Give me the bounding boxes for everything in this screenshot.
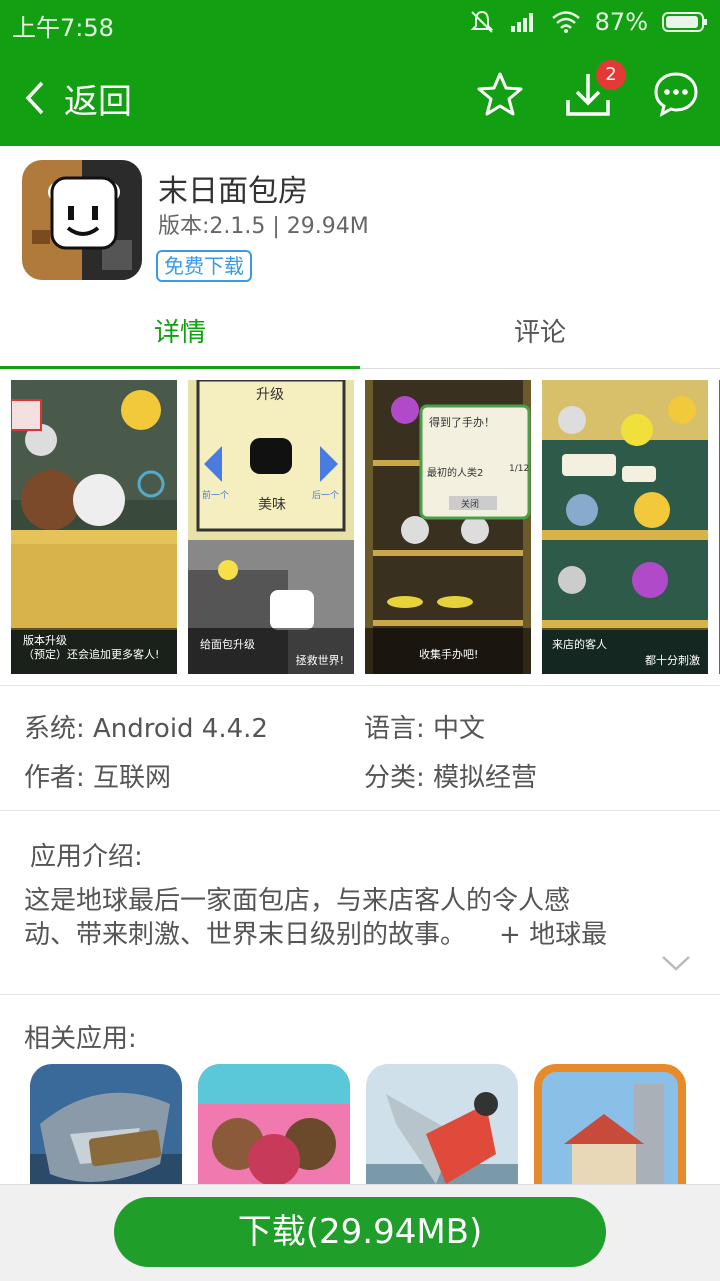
chevron-down-icon (662, 956, 690, 971)
intro-line-1: 这是地球最后一家面包店，与来店客人的令人感 (24, 886, 571, 916)
screenshot-2-caption: 给面包升级 拯救世界! (188, 628, 354, 674)
app-name: 末日面包房 (158, 174, 308, 209)
screenshot-2-caption-left: 给面包升级 (200, 638, 255, 651)
download-button[interactable]: 下载(29.94MB) (114, 1197, 606, 1267)
bottom-bar: 下载(29.94MB) (0, 1184, 720, 1281)
info-language: 语言: 中文 (364, 714, 486, 744)
tab-details[interactable]: 详情 (0, 300, 360, 369)
chat-icon (654, 72, 698, 117)
screenshot-2-caption-right: 拯救世界! (295, 654, 344, 667)
star-icon (477, 72, 523, 116)
screenshot-2[interactable]: 升级 美味 前一个 后一个 给面包升级 拯救世界! (188, 380, 354, 674)
screenshot-2-prev-label: 前一个 (202, 491, 230, 501)
wifi-icon (551, 11, 580, 33)
back-button[interactable]: 返回 (24, 74, 132, 122)
app-icon (22, 160, 142, 280)
signal-icon (510, 13, 533, 32)
info-category: 分类: 模拟经营 (364, 763, 538, 793)
screenshot-1[interactable]: 版本升级 （预定）还会追加更多客人! (11, 380, 177, 674)
screenshot-3-dialog-count: 1/12 (509, 464, 530, 474)
related-title: 相关应用: (24, 1024, 137, 1054)
favorite-button[interactable] (476, 70, 524, 118)
screenshot-3-dialog-title: 得到了手办！ (429, 416, 495, 429)
screenshot-carousel[interactable]: 版本升级 （预定）还会追加更多客人! 升级 美味 前一个 后一个 给面包升级 拯… (0, 378, 720, 676)
screenshot-3-caption: 收集手办吧! (365, 628, 531, 674)
screenshot-4-caption-right: 都十分刺激 (645, 654, 700, 667)
screenshot-2-taste-label: 美味 (258, 497, 286, 513)
tab-bar: 详情 评论 (0, 300, 720, 369)
status-time: 上午7:58 (12, 14, 114, 42)
divider-2 (0, 810, 720, 811)
mute-icon (470, 10, 494, 33)
screenshot-3-dialog-close: 关闭 (461, 500, 480, 510)
app-bar: 返回 2 (0, 46, 720, 146)
app-header: 末日面包房 版本:2.1.5 | 29.94M 免费下载 (0, 146, 720, 296)
tab-comments[interactable]: 评论 (360, 300, 720, 368)
download-manager-button[interactable]: 2 (564, 60, 626, 118)
screenshot-4-caption: 来店的客人 都十分刺激 (542, 628, 708, 674)
back-label: 返回 (64, 81, 132, 122)
status-icons: 87% (469, 8, 708, 36)
download-count-badge: 2 (596, 60, 626, 90)
screenshot-4-caption-left: 来店的客人 (552, 638, 607, 651)
screenshot-2-next-label: 后一个 (312, 491, 340, 501)
screenshot-4[interactable]: 来店的客人 都十分刺激 (542, 380, 708, 674)
screenshot-2-upgrade-label: 升级 (256, 387, 284, 403)
battery-icon (662, 12, 707, 32)
back-arrow-icon (25, 81, 44, 115)
info-author: 作者: 互联网 (24, 763, 172, 793)
divider-3 (0, 994, 720, 995)
free-download-button[interactable]: 免费下载 (156, 250, 252, 282)
screenshot-1-caption-text: 版本升级 （预定）还会追加更多客人! (23, 634, 160, 661)
status-bar: 上午7:58 87% (0, 0, 720, 46)
message-button[interactable] (652, 70, 700, 118)
screenshot-3-caption-text: 收集手办吧! (419, 648, 479, 661)
intro-title: 应用介绍: (30, 842, 143, 872)
expand-intro-button[interactable] (660, 952, 692, 978)
info-system: 系统: Android 4.4.2 (24, 714, 268, 744)
app-version-size: 版本:2.1.5 | 29.94M (158, 214, 369, 239)
screenshot-1-caption: 版本升级 （预定）还会追加更多客人! (11, 628, 177, 674)
divider-1 (0, 685, 720, 686)
battery-percent: 87% (594, 8, 648, 36)
app-bar-actions: 2 (476, 60, 700, 118)
screenshot-3[interactable]: 得到了手办！ 最初的人类2 1/12 关闭 收集手办吧! (365, 380, 531, 674)
screenshot-3-dialog-item: 最初的人类2 (427, 468, 484, 479)
intro-text: 这是地球最后一家面包店，与来店客人的令人感 动、带来刺激、世界末日级别的故事。 … (24, 884, 664, 952)
intro-line-2: 动、带来刺激、世界末日级别的故事。 + 地球最 (24, 920, 608, 950)
